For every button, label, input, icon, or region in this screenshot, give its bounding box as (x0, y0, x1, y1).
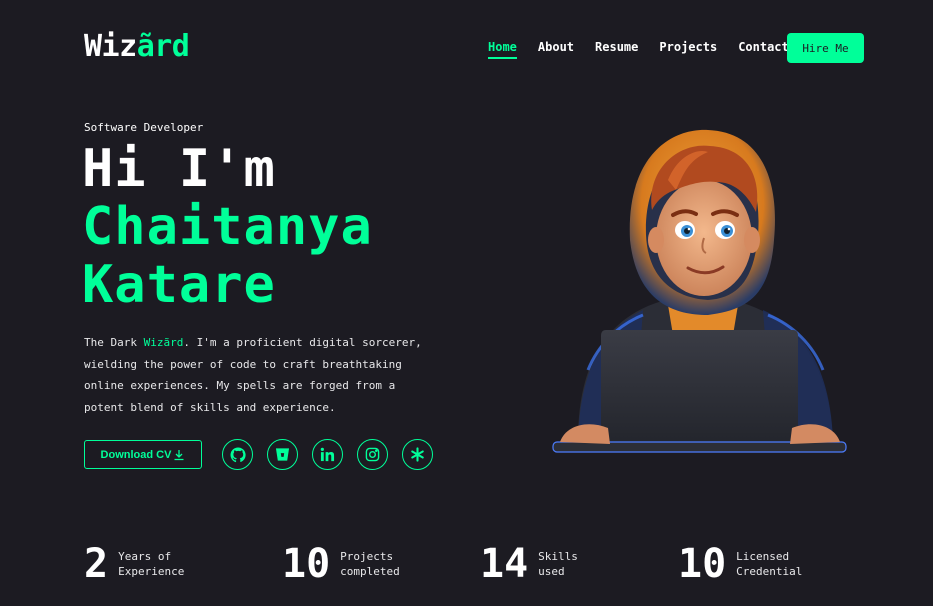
linkedin-link[interactable] (312, 439, 343, 470)
stat-skills: 14 Skills used (480, 543, 578, 585)
stat-label: Licensed Credential (736, 550, 803, 578)
stat-number: 2 (84, 541, 109, 587)
logo-accent-text: ãrd (136, 29, 190, 64)
stat-label: Projects completed (340, 550, 400, 578)
asterisk-link[interactable] (402, 439, 433, 470)
bio-accent: Wizãrd (143, 336, 184, 349)
hero-headline: Hi I'm Chaitanya Katare (82, 140, 373, 314)
github-link[interactable] (222, 439, 253, 470)
download-cv-label: Download CV (100, 448, 172, 461)
nav-projects[interactable]: Projects (659, 40, 717, 59)
greeting-text: Hi I'm (82, 139, 276, 199)
asterisk-icon (411, 447, 424, 462)
stat-label: Years of Experience (118, 550, 185, 578)
linkedin-icon (320, 447, 335, 462)
stat-label: Skills used (538, 550, 578, 578)
bio-prefix: The Dark (84, 336, 144, 349)
main-nav: Home About Resume Projects Contact (488, 40, 789, 59)
download-icon (174, 449, 184, 460)
stat-number: 10 (282, 541, 331, 587)
bitbucket-link[interactable] (267, 439, 298, 470)
stat-number: 14 (480, 541, 529, 587)
site-logo[interactable]: Wizãrd (84, 29, 190, 64)
instagram-icon (365, 447, 380, 462)
nav-contact[interactable]: Contact (738, 40, 789, 59)
social-links (222, 439, 433, 470)
download-cv-button[interactable]: Download CV (84, 440, 202, 469)
hire-me-button[interactable]: Hire Me (787, 33, 864, 63)
stat-projects: 10 Projects completed (282, 543, 400, 585)
name-first: Chaitanya (82, 197, 373, 257)
github-icon (230, 446, 246, 462)
name-last: Katare (82, 255, 276, 315)
instagram-link[interactable] (357, 439, 388, 470)
stat-number: 10 (678, 541, 727, 587)
nav-home[interactable]: Home (488, 40, 517, 59)
logo-text: Wiz (84, 29, 137, 64)
hooded-developer-avatar (552, 129, 847, 453)
portfolio-page: Wizãrd Home About Resume Projects Contac… (0, 0, 933, 606)
stat-credentials: 10 Licensed Credential (678, 543, 802, 585)
bitbucket-icon (275, 448, 290, 461)
nav-about[interactable]: About (538, 40, 574, 59)
role-subtitle: Software Developer (84, 121, 204, 134)
stat-experience: 2 Years of Experience (84, 543, 184, 585)
nav-resume[interactable]: Resume (595, 40, 638, 59)
bio-paragraph: The Dark Wizãrd. I'm a proficient digita… (84, 332, 424, 418)
